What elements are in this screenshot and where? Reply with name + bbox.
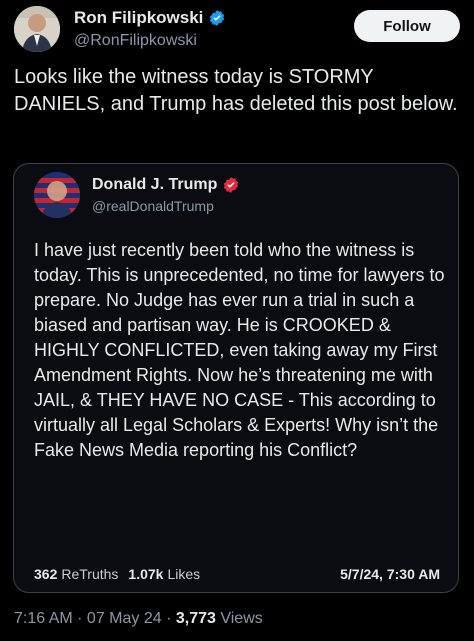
author-names: Ron Filipkowski @RonFilipkowski bbox=[74, 8, 226, 50]
quoted-author-display-name[interactable]: Donald J. Trump bbox=[92, 176, 240, 194]
follow-button[interactable]: Follow bbox=[354, 10, 460, 42]
retruths-label: ReTruths bbox=[61, 566, 119, 582]
quoted-author-handle[interactable]: @realDonaldTrump bbox=[92, 198, 240, 214]
retruths-count: 362 bbox=[34, 566, 58, 582]
quoted-post-stats: 362 ReTruths 1.07k Likes 5/7/24, 7:30 AM bbox=[34, 564, 440, 584]
quoted-author-names: Donald J. Trump @realDonaldTrump bbox=[92, 176, 240, 214]
tweet-text: Looks like the witness today is STORMY D… bbox=[14, 66, 458, 115]
truth-verified-badge-icon bbox=[222, 176, 240, 194]
author-display-name[interactable]: Ron Filipkowski bbox=[74, 8, 226, 28]
tweet-meta: 7:16 AM · 07 May 24 · 3,773 Views bbox=[14, 610, 263, 628]
quoted-post-text: I have just recently been told who the w… bbox=[34, 240, 445, 460]
verified-badge-icon bbox=[208, 9, 226, 27]
quoted-post-card[interactable]: Donald J. Trump @realDonaldTrump I have … bbox=[13, 163, 459, 593]
views-label: Views bbox=[220, 610, 263, 627]
author-handle[interactable]: @RonFilipkowski bbox=[74, 32, 226, 50]
author-avatar[interactable] bbox=[14, 6, 60, 52]
views-count: 3,773 bbox=[175, 610, 216, 627]
tweet-timestamp[interactable]: 7:16 AM · 07 May 24 · bbox=[14, 610, 176, 627]
quoted-author-avatar[interactable] bbox=[34, 172, 80, 218]
quoted-post-date: 5/7/24, 7:30 AM bbox=[340, 566, 440, 582]
tweet-header: Ron Filipkowski @RonFilipkowski Follow bbox=[14, 6, 460, 54]
likes-label: Likes bbox=[167, 566, 201, 582]
likes-count: 1.07k bbox=[128, 566, 164, 582]
